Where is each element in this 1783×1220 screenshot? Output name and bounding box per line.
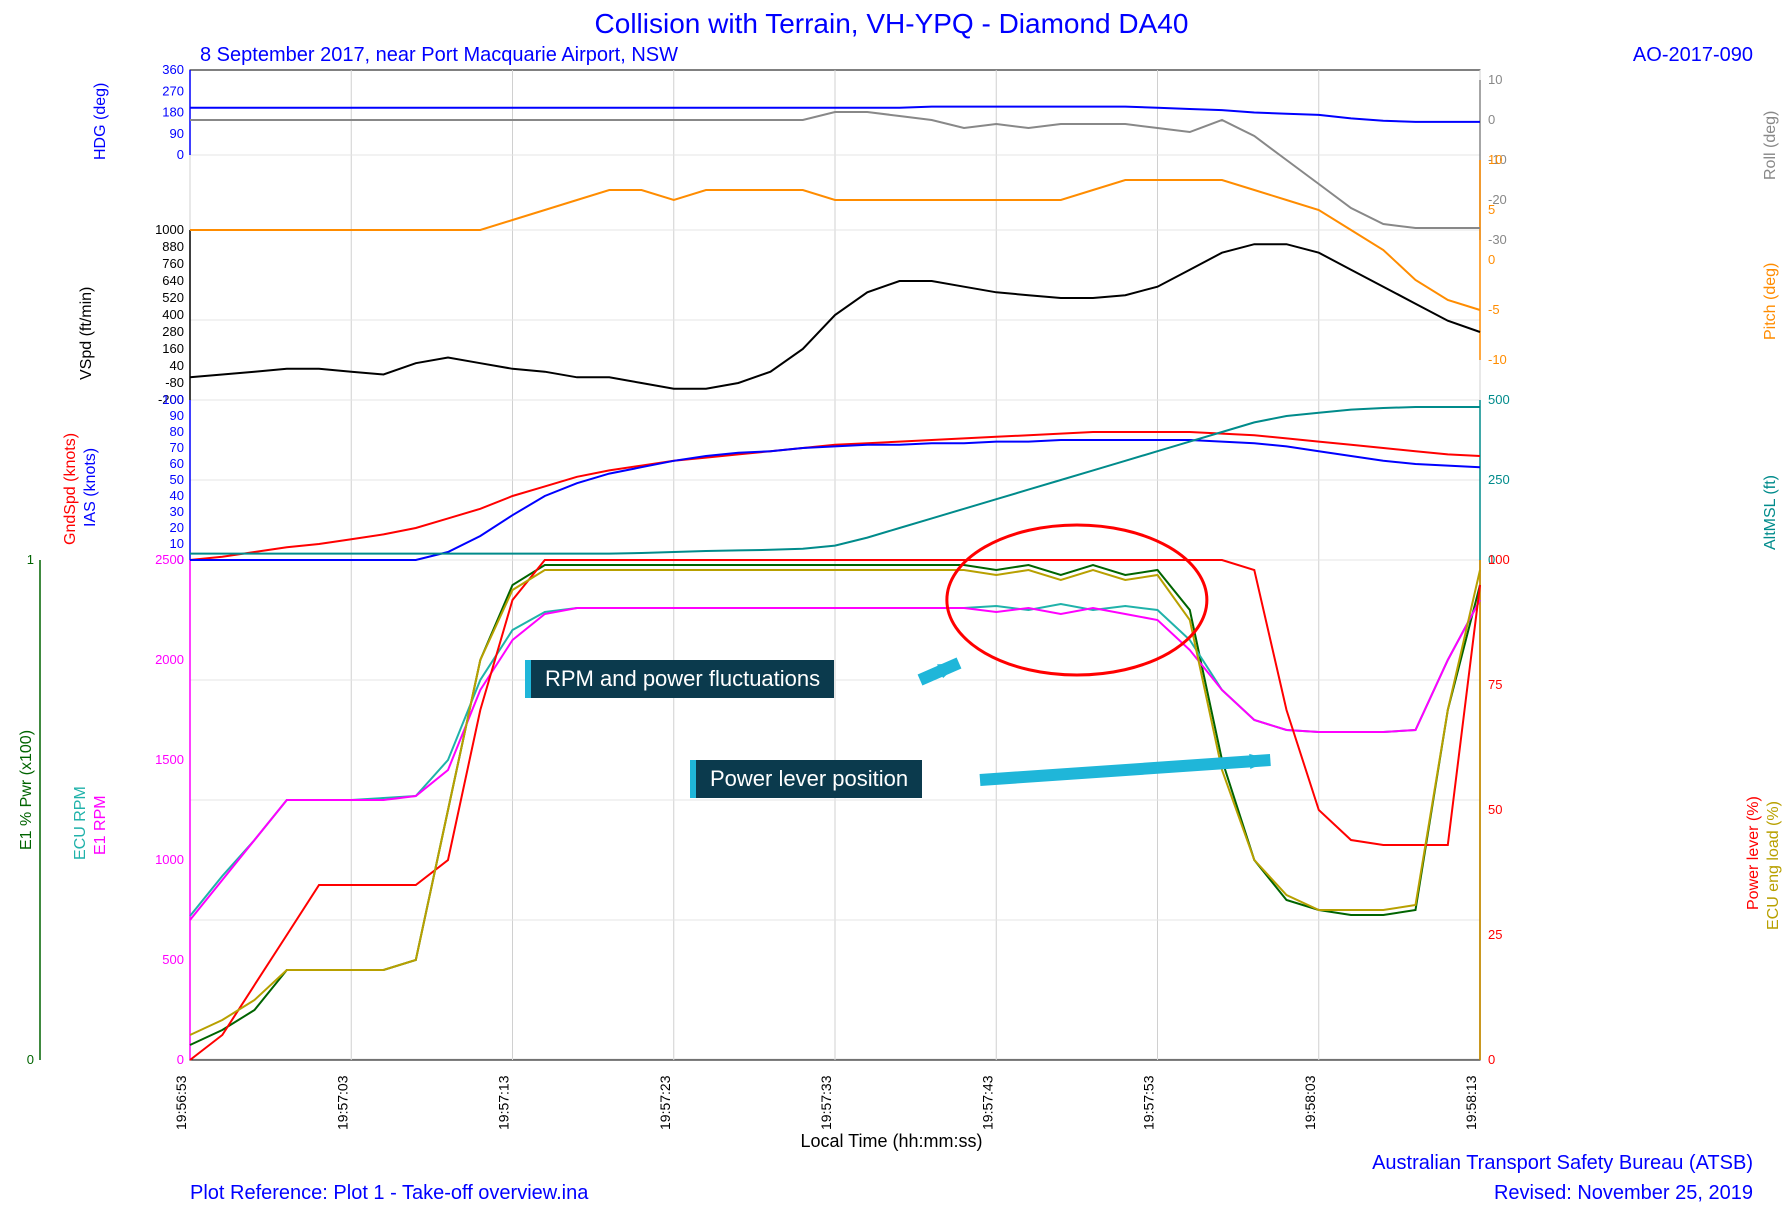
svg-text:180: 180 [162, 105, 184, 120]
svg-text:5: 5 [1488, 202, 1495, 217]
svg-text:0: 0 [1488, 112, 1495, 127]
svg-text:500: 500 [1488, 392, 1510, 407]
atsb-credit: Australian Transport Safety Bureau (ATSB… [1372, 1152, 1753, 1175]
svg-text:0: 0 [1488, 1052, 1495, 1067]
fluctuation-ellipse [947, 525, 1207, 675]
svg-text:19:57:43: 19:57:43 [979, 1075, 995, 1130]
svg-text:100: 100 [162, 392, 184, 407]
chart-root: Collision with Terrain, VH-YPQ - Diamond… [0, 0, 1783, 1220]
svg-text:520: 520 [162, 290, 184, 305]
svg-text:19:57:13: 19:57:13 [496, 1075, 512, 1130]
svg-text:19:57:53: 19:57:53 [1141, 1075, 1157, 1130]
svg-text:500: 500 [162, 952, 184, 967]
svg-text:10: 10 [1488, 152, 1502, 167]
svg-text:760: 760 [162, 256, 184, 271]
svg-text:25: 25 [1488, 927, 1502, 942]
svg-text:-30: -30 [1488, 232, 1507, 247]
svg-text:1500: 1500 [155, 752, 184, 767]
svg-text:640: 640 [162, 273, 184, 288]
svg-text:280: 280 [162, 324, 184, 339]
svg-text:80: 80 [170, 424, 184, 439]
svg-text:2000: 2000 [155, 652, 184, 667]
svg-text:90: 90 [170, 126, 184, 141]
svg-text:19:57:33: 19:57:33 [818, 1075, 834, 1130]
svg-text:19:56:53: 19:56:53 [173, 1075, 189, 1130]
plot-svg: 19:56:53 19:57:03 19:57:13 19:57:23 19:57:33… [0, 0, 1783, 1220]
svg-text:0: 0 [1488, 252, 1495, 267]
svg-text:10: 10 [1488, 72, 1502, 87]
svg-text:50: 50 [1488, 802, 1502, 817]
svg-text:60: 60 [170, 456, 184, 471]
svg-text:0: 0 [27, 1052, 34, 1067]
svg-text:100: 100 [1488, 552, 1510, 567]
plot-reference: Plot Reference: Plot 1 - Take-off overvi… [190, 1182, 588, 1205]
svg-text:20: 20 [170, 520, 184, 535]
svg-text:-5: -5 [1488, 302, 1500, 317]
svg-text:70: 70 [170, 440, 184, 455]
svg-text:880: 880 [162, 239, 184, 254]
svg-text:19:57:03: 19:57:03 [334, 1075, 350, 1130]
svg-text:-10: -10 [1488, 352, 1507, 367]
svg-text:400: 400 [162, 307, 184, 322]
svg-text:1: 1 [27, 552, 34, 567]
svg-text:2500: 2500 [155, 552, 184, 567]
x-axis-label: Local Time (hh:mm:ss) [0, 1131, 1783, 1152]
svg-text:160: 160 [162, 341, 184, 356]
annotation-powerlever: Power lever position [690, 760, 922, 798]
svg-text:360: 360 [162, 62, 184, 77]
svg-text:0: 0 [177, 147, 184, 162]
svg-text:1000: 1000 [155, 222, 184, 237]
svg-text:10: 10 [170, 536, 184, 551]
svg-text:-80: -80 [165, 375, 184, 390]
svg-text:30: 30 [170, 504, 184, 519]
svg-text:19:58:03: 19:58:03 [1302, 1075, 1318, 1130]
svg-text:19:58:13: 19:58:13 [1463, 1075, 1479, 1130]
svg-text:19:57:23: 19:57:23 [657, 1075, 673, 1130]
svg-text:270: 270 [162, 83, 184, 98]
svg-text:0: 0 [177, 1052, 184, 1067]
annotation-rpm-fluct: RPM and power fluctuations [525, 660, 834, 698]
svg-text:250: 250 [1488, 472, 1510, 487]
svg-text:75: 75 [1488, 677, 1502, 692]
revised-date: Revised: November 25, 2019 [1494, 1182, 1753, 1205]
svg-text:50: 50 [170, 472, 184, 487]
svg-text:1000: 1000 [155, 852, 184, 867]
svg-text:90: 90 [170, 408, 184, 423]
svg-text:40: 40 [170, 358, 184, 373]
svg-text:40: 40 [170, 488, 184, 503]
